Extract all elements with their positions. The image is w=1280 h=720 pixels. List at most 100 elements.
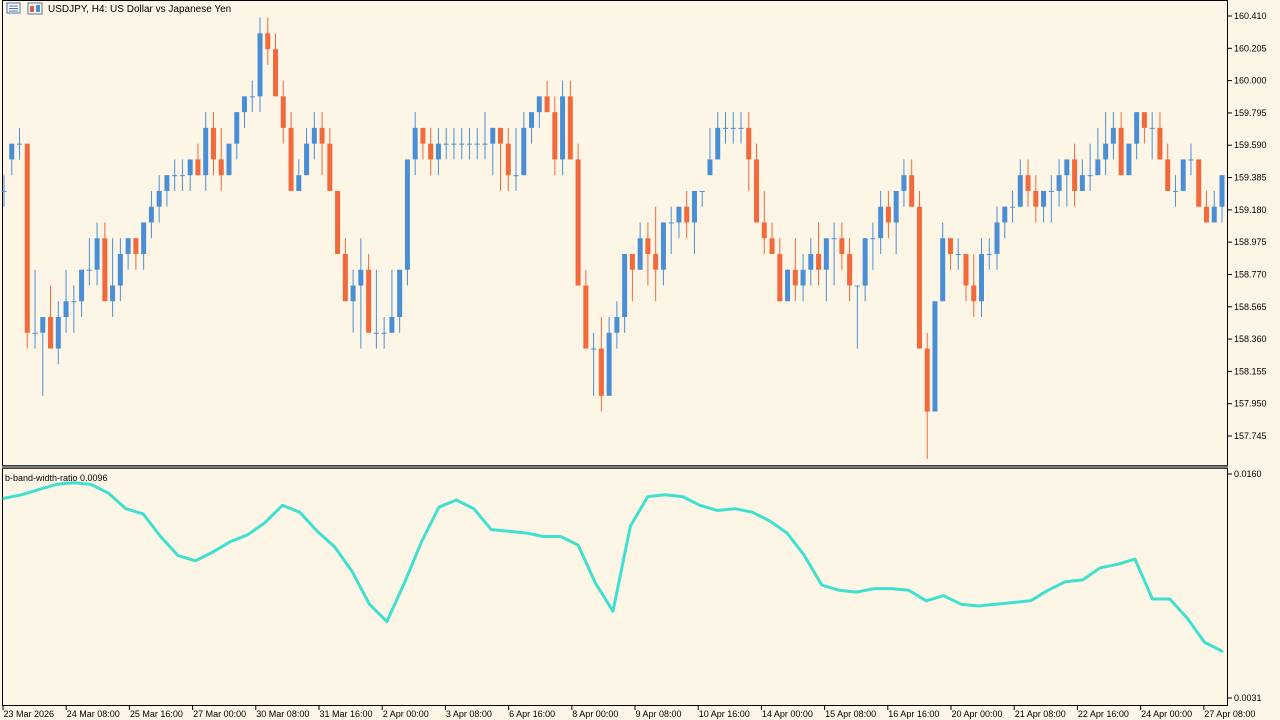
candle xyxy=(901,159,907,207)
candle xyxy=(715,112,721,160)
candle xyxy=(1180,159,1186,191)
candle xyxy=(785,269,791,302)
time-tick-label: 27 Apr 08:00 xyxy=(1204,709,1255,719)
candle xyxy=(691,190,697,254)
candle xyxy=(916,190,922,349)
candle xyxy=(234,112,240,160)
price-tick-label: 158.975 xyxy=(1234,237,1267,247)
candle xyxy=(963,253,969,302)
candle xyxy=(451,127,457,160)
candle xyxy=(722,112,728,144)
time-tick-label: 24 Mar 08:00 xyxy=(67,709,120,719)
candle xyxy=(1002,206,1008,239)
time-tick-label: 21 Apr 08:00 xyxy=(1015,709,1066,719)
time-tick-label: 27 Mar 00:00 xyxy=(193,709,246,719)
time-tick-label: 24 Apr 00:00 xyxy=(1141,709,1192,719)
candle xyxy=(513,127,519,191)
price-tick-label: 160.205 xyxy=(1234,43,1267,53)
time-tick-label: 6 Apr 16:00 xyxy=(509,709,555,719)
candle xyxy=(622,253,628,333)
candle xyxy=(459,127,465,160)
candle xyxy=(653,206,659,302)
price-tick-label: 158.155 xyxy=(1234,366,1267,376)
candle xyxy=(598,317,604,412)
candle xyxy=(474,127,480,160)
candle xyxy=(156,175,162,223)
candle xyxy=(1095,127,1101,176)
candle xyxy=(940,222,946,302)
indicator-axis[interactable]: 0.0160 0.0031 xyxy=(1228,469,1262,703)
time-tick-label: 25 Mar 16:00 xyxy=(130,709,183,719)
candle xyxy=(172,159,178,191)
candle xyxy=(800,253,806,302)
candle xyxy=(684,190,690,239)
candle xyxy=(606,317,612,396)
chart-canvas[interactable]: 160.410 160.205 160.000 159.795 159.590 159.3… xyxy=(0,0,1280,720)
candle xyxy=(1017,159,1023,207)
chart-window-icon[interactable] xyxy=(27,2,43,15)
candle xyxy=(428,127,434,176)
candle xyxy=(1025,159,1031,207)
time-tick-label: 23 Mar 2026 xyxy=(4,709,55,719)
candle xyxy=(203,112,209,191)
candle xyxy=(676,206,682,239)
candle xyxy=(575,143,581,286)
candle xyxy=(816,222,822,286)
price-tick-label: 158.360 xyxy=(1234,334,1267,344)
chart-list-icon[interactable] xyxy=(6,2,21,14)
candle xyxy=(342,238,348,302)
candle xyxy=(327,127,333,191)
candle xyxy=(435,127,441,176)
candle xyxy=(878,190,884,254)
candle xyxy=(32,269,38,349)
candle xyxy=(1134,112,1140,160)
candle xyxy=(133,238,139,270)
candle xyxy=(629,253,635,302)
candle xyxy=(591,332,597,396)
time-tick-label: 22 Apr 16:00 xyxy=(1078,709,1129,719)
candle xyxy=(971,253,977,318)
candle xyxy=(226,143,232,176)
candle xyxy=(668,206,674,254)
candle xyxy=(1087,143,1093,191)
candle xyxy=(707,127,713,176)
candle xyxy=(730,112,736,144)
candle xyxy=(777,238,783,302)
candle xyxy=(1196,159,1202,207)
candle xyxy=(1211,190,1217,223)
price-tick-label: 159.795 xyxy=(1234,108,1267,118)
candle xyxy=(265,17,271,65)
chart-window[interactable]: 160.410 160.205 160.000 159.795 159.590 159.3… xyxy=(0,0,1280,720)
candle xyxy=(1165,143,1171,191)
candle xyxy=(614,301,620,349)
candle xyxy=(86,238,92,286)
time-tick-label: 10 Apr 16:00 xyxy=(699,709,750,719)
candlestick-series xyxy=(1,17,1225,459)
candle xyxy=(389,269,395,333)
candle xyxy=(48,285,54,349)
time-tick-label: 16 Apr 16:00 xyxy=(888,709,939,719)
candle xyxy=(381,317,387,349)
candle xyxy=(280,80,286,144)
candle xyxy=(296,159,302,191)
candle xyxy=(583,269,589,349)
price-tick-label: 157.745 xyxy=(1234,431,1267,441)
time-tick-label: 15 Apr 08:00 xyxy=(825,709,876,719)
candle xyxy=(986,238,992,270)
candle xyxy=(420,127,426,160)
candle xyxy=(932,301,938,412)
time-tick-label: 3 Apr 08:00 xyxy=(446,709,492,719)
time-axis[interactable]: 23 Mar 2026 24 Mar 08:00 25 Mar 16:00 27 Ma… xyxy=(2,706,1255,719)
price-tick-label: 157.950 xyxy=(1234,399,1267,409)
candle xyxy=(660,222,666,286)
candle xyxy=(885,190,891,239)
candle xyxy=(831,222,837,286)
price-axis[interactable]: 160.410 160.205 160.000 159.795 159.590 159.3… xyxy=(1228,11,1267,441)
candle xyxy=(55,301,61,365)
candle xyxy=(141,222,147,270)
time-tick-label: 9 Apr 08:00 xyxy=(636,709,682,719)
candle xyxy=(1056,159,1062,207)
candle xyxy=(366,253,372,333)
price-tick-label: 159.385 xyxy=(1234,173,1267,183)
candle xyxy=(1072,143,1078,207)
